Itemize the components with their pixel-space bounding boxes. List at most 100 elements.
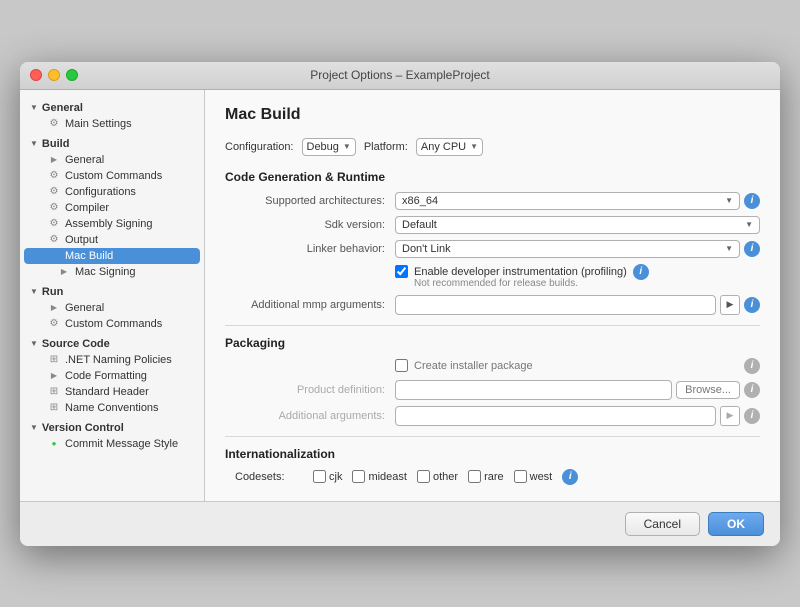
linker-info-button[interactable]: i	[744, 241, 760, 257]
triangle-right-icon	[58, 266, 70, 277]
triangle-down-icon: ▼	[30, 287, 38, 296]
sdk-label: Sdk version:	[225, 219, 395, 231]
codeset-other-checkbox[interactable]	[417, 470, 430, 483]
bottom-bar: Cancel OK	[20, 501, 780, 546]
minimize-button[interactable]	[48, 69, 60, 81]
browse-button[interactable]: Browse...	[676, 381, 740, 399]
grid-icon	[48, 402, 60, 413]
gear-icon	[48, 170, 60, 181]
codeset-mideast: mideast	[352, 470, 407, 483]
platform-select[interactable]: Any CPU ▼	[416, 138, 483, 156]
ok-button[interactable]: OK	[708, 512, 764, 536]
cancel-button[interactable]: Cancel	[625, 512, 700, 536]
codeset-rare-checkbox[interactable]	[468, 470, 481, 483]
sidebar-item-run-general[interactable]: General	[20, 300, 204, 316]
sidebar-vc-label: Version Control	[42, 422, 124, 434]
form-row-pkg-args: Additional arguments: ▶ i	[225, 406, 760, 426]
sdk-select[interactable]: Default ▼	[395, 216, 760, 234]
sidebar-item-mac-build[interactable]: Mac Build	[24, 248, 200, 264]
sidebar-group-run: ▼ Run General Custom Commands	[20, 282, 204, 332]
linker-select[interactable]: Don't Link ▼	[395, 240, 740, 258]
sidebar-item-custom-commands[interactable]: Custom Commands	[20, 168, 204, 184]
maximize-button[interactable]	[66, 69, 78, 81]
gear-icon	[48, 318, 60, 329]
sidebar-item-compiler[interactable]: Compiler	[20, 200, 204, 216]
mmp-run-button[interactable]: ▶	[720, 295, 740, 315]
codeset-cjk-label: cjk	[329, 471, 342, 483]
triangle-right-icon	[48, 302, 60, 313]
sidebar-item-label: General	[65, 302, 104, 314]
sidebar-item-label: Name Conventions	[65, 402, 159, 414]
chevron-down-icon: ▼	[343, 142, 351, 151]
sidebar-item-main-settings[interactable]: Main Settings	[20, 116, 204, 132]
codeset-cjk-checkbox[interactable]	[313, 470, 326, 483]
gear-icon	[48, 186, 60, 197]
close-button[interactable]	[30, 69, 42, 81]
title-bar: Project Options – ExampleProject	[20, 62, 780, 90]
gear-icon	[48, 218, 60, 229]
sidebar-section-build[interactable]: ▼ Build	[20, 134, 204, 152]
codeset-rare: rare	[468, 470, 504, 483]
codeset-mideast-checkbox[interactable]	[352, 470, 365, 483]
sidebar-item-assembly-signing[interactable]: Assembly Signing	[20, 216, 204, 232]
create-installer-checkbox[interactable]	[395, 359, 408, 372]
main-window: Project Options – ExampleProject ▼ Gener…	[20, 62, 780, 546]
instrumentation-sublabel: Not recommended for release builds.	[414, 278, 627, 289]
sidebar-item-label: General	[65, 154, 104, 166]
packaging-title: Packaging	[225, 336, 760, 350]
green-dot-icon	[48, 438, 60, 449]
mmp-label: Additional mmp arguments:	[225, 299, 395, 311]
sidebar-section-version-control[interactable]: ▼ Version Control	[20, 418, 204, 436]
panel-title: Mac Build	[225, 106, 760, 124]
sidebar-item-standard-header[interactable]: Standard Header	[20, 384, 204, 400]
product-def-info-button[interactable]: i	[744, 382, 760, 398]
linker-value: Don't Link	[402, 243, 451, 255]
codeset-west-checkbox[interactable]	[514, 470, 527, 483]
configuration-select[interactable]: Debug ▼	[302, 138, 356, 156]
sidebar: ▼ General Main Settings ▼ Build General	[20, 90, 205, 501]
instrumentation-checkbox[interactable]	[395, 265, 408, 278]
sidebar-group-version-control: ▼ Version Control Commit Message Style	[20, 418, 204, 452]
intl-title: Internationalization	[225, 447, 760, 461]
codeset-cjk: cjk	[313, 470, 342, 483]
mmp-input[interactable]	[395, 295, 716, 315]
chevron-down-icon: ▼	[470, 142, 478, 151]
sdk-value: Default	[402, 219, 437, 231]
pkg-args-info-button[interactable]: i	[744, 408, 760, 424]
arch-select[interactable]: x86_64 ▼	[395, 192, 740, 210]
pkg-args-input[interactable]	[395, 406, 716, 426]
intl-info-button[interactable]: i	[562, 469, 578, 485]
sidebar-section-source-code[interactable]: ▼ Source Code	[20, 334, 204, 352]
sidebar-item-label: Code Formatting	[65, 370, 147, 382]
packaging-info-button[interactable]: i	[744, 358, 760, 374]
triangle-down-icon: ▼	[30, 423, 38, 432]
instrumentation-info-button[interactable]: i	[633, 264, 649, 280]
main-panel: Mac Build Configuration: Debug ▼ Platfor…	[205, 90, 780, 501]
arch-info-button[interactable]: i	[744, 193, 760, 209]
sidebar-item-output[interactable]: Output	[20, 232, 204, 248]
gear-icon	[48, 202, 60, 213]
sidebar-item-code-formatting[interactable]: Code Formatting	[20, 368, 204, 384]
form-row-linker: Linker behavior: Don't Link ▼ i	[225, 240, 760, 258]
code-generation-title: Code Generation & Runtime	[225, 170, 760, 184]
sidebar-item-name-conventions[interactable]: Name Conventions	[20, 400, 204, 416]
sidebar-item-configurations[interactable]: Configurations	[20, 184, 204, 200]
product-def-input[interactable]	[395, 380, 672, 400]
sidebar-item-net-naming[interactable]: .NET Naming Policies	[20, 352, 204, 368]
divider	[225, 325, 760, 326]
grid-icon	[48, 354, 60, 365]
pkg-args-run-button[interactable]: ▶	[720, 406, 740, 426]
instrumentation-label: Enable developer instrumentation (profil…	[414, 266, 627, 278]
sidebar-item-label: Mac Signing	[75, 266, 136, 278]
triangle-right-icon	[48, 370, 60, 381]
sidebar-section-run[interactable]: ▼ Run	[20, 282, 204, 300]
codeset-other-label: other	[433, 471, 458, 483]
mmp-info-button[interactable]: i	[744, 297, 760, 313]
sidebar-item-mac-signing[interactable]: Mac Signing	[20, 264, 204, 280]
sidebar-item-build-general[interactable]: General	[20, 152, 204, 168]
configuration-value: Debug	[307, 141, 339, 153]
codeset-west: west	[514, 470, 553, 483]
sidebar-item-commit-message-style[interactable]: Commit Message Style	[20, 436, 204, 452]
sidebar-section-general[interactable]: ▼ General	[20, 98, 204, 116]
sidebar-item-run-custom-commands[interactable]: Custom Commands	[20, 316, 204, 332]
